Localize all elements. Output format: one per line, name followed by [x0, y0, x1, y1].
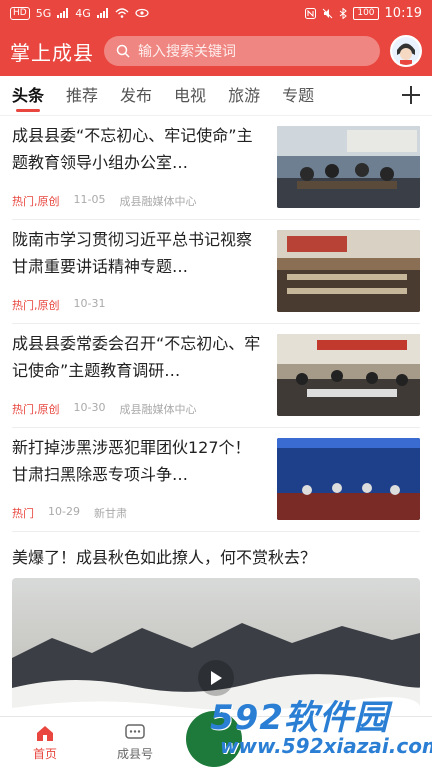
- mute-icon: [322, 8, 333, 18]
- news-tag: 热门: [12, 507, 34, 520]
- hd-badge: HD: [10, 6, 30, 20]
- status-bar: HD 5G 4G 100 10:19: [0, 0, 432, 26]
- news-title: 陇南市学习贯彻习近平总书记视察甘肃重要讲话精神专题…: [12, 230, 253, 276]
- clock: 10:19: [384, 5, 422, 21]
- news-date: 10-30: [73, 401, 106, 414]
- news-thumbnail: [277, 126, 420, 208]
- search-input[interactable]: 输入搜索关键词: [104, 36, 380, 66]
- network-5g-label: 5G: [35, 6, 52, 20]
- home-icon: [37, 725, 53, 741]
- news-title: 成县县委“不忘初心、牢记使命”主题教育领导小组办公室…: [12, 126, 253, 172]
- app-title: 掌上成县: [10, 40, 94, 65]
- news-date: 11-05: [73, 193, 106, 206]
- news-tag: 热门,原创: [12, 403, 60, 416]
- news-list: 成县县委“不忘初心、牢记使命”主题教育领导小组办公室… 热门,原创 11-05 成县…: [0, 116, 432, 532]
- chat-icon: [125, 723, 145, 739]
- tab-recommend[interactable]: 推荐: [66, 76, 98, 116]
- news-source: 成县融媒体中心: [119, 403, 197, 416]
- tab-travel[interactable]: 旅游: [228, 76, 260, 116]
- news-date: 10-31: [73, 297, 106, 310]
- news-source: 新甘肃: [93, 507, 127, 520]
- eye-icon: [135, 8, 149, 18]
- center-logo-icon: [186, 711, 242, 767]
- bluetooth-icon: [340, 7, 348, 19]
- tab-publish[interactable]: 发布: [120, 76, 152, 116]
- news-item[interactable]: 陇南市学习贯彻习近平总书记视察甘肃重要讲话精神专题… 热门,原创 10-31: [12, 220, 420, 324]
- search-placeholder: 输入搜索关键词: [138, 44, 236, 60]
- news-thumbnail: [277, 438, 420, 520]
- bottom-navigation: 首页 成县号: [0, 711, 432, 768]
- avatar[interactable]: [390, 35, 422, 67]
- play-icon[interactable]: [198, 660, 234, 696]
- news-tag: 热门,原创: [12, 195, 60, 208]
- feature-title[interactable]: 美爆了！成县秋色如此撩人，何不赏秋去？: [0, 532, 432, 578]
- search-icon: [116, 44, 130, 58]
- wifi-icon: [115, 8, 129, 18]
- nav-county-label: 成县号: [116, 746, 153, 761]
- tab-headlines[interactable]: 头条: [12, 76, 44, 116]
- news-title: 新打掉涉黑涉恶犯罪团伙127个！甘肃扫黑除恶专项斗争…: [12, 438, 251, 484]
- nav-home-label: 首页: [32, 746, 57, 761]
- avatar-image: [392, 37, 420, 65]
- feature-image: [12, 578, 420, 728]
- signal-icon: [57, 8, 69, 18]
- news-item[interactable]: 成县县委常委会召开“不忘初心、牢记使命”主题教育调研… 热门,原创 10-30 成县…: [12, 324, 420, 428]
- news-tag: 热门,原创: [12, 299, 60, 312]
- top-bar: HD 5G 4G 100 10:19 掌上成县 输入搜索关键词: [0, 0, 432, 76]
- add-channel-icon[interactable]: [398, 82, 424, 108]
- channel-tabs: 头条 推荐 发布 电视 旅游 专题: [0, 76, 432, 116]
- news-source: 成县融媒体中心: [119, 195, 197, 208]
- network-4g-label: 4G: [75, 6, 91, 20]
- news-date: 10-29: [48, 505, 80, 518]
- battery-level: 100: [353, 6, 379, 20]
- nav-county-accounts[interactable]: 成县号: [90, 717, 180, 768]
- tab-topics[interactable]: 专题: [282, 76, 314, 116]
- signal-icon-2: [96, 8, 108, 18]
- news-title: 成县县委常委会召开“不忘初心、牢记使命”主题教育调研…: [12, 334, 261, 380]
- news-item[interactable]: 新打掉涉黑涉恶犯罪团伙127个！甘肃扫黑除恶专项斗争… 热门 10-29 新甘肃: [12, 428, 420, 532]
- news-thumbnail: [277, 334, 420, 416]
- news-thumbnail: [277, 230, 420, 312]
- nav-center[interactable]: [180, 711, 250, 768]
- nav-home[interactable]: 首页: [0, 717, 90, 768]
- tab-tv[interactable]: 电视: [174, 76, 206, 116]
- nfc-icon: [305, 7, 317, 19]
- app-header: 掌上成县 输入搜索关键词: [0, 26, 432, 76]
- news-item[interactable]: 成县县委“不忘初心、牢记使命”主题教育领导小组办公室… 热门,原创 11-05 成县…: [12, 116, 420, 220]
- feature-video[interactable]: [12, 578, 420, 728]
